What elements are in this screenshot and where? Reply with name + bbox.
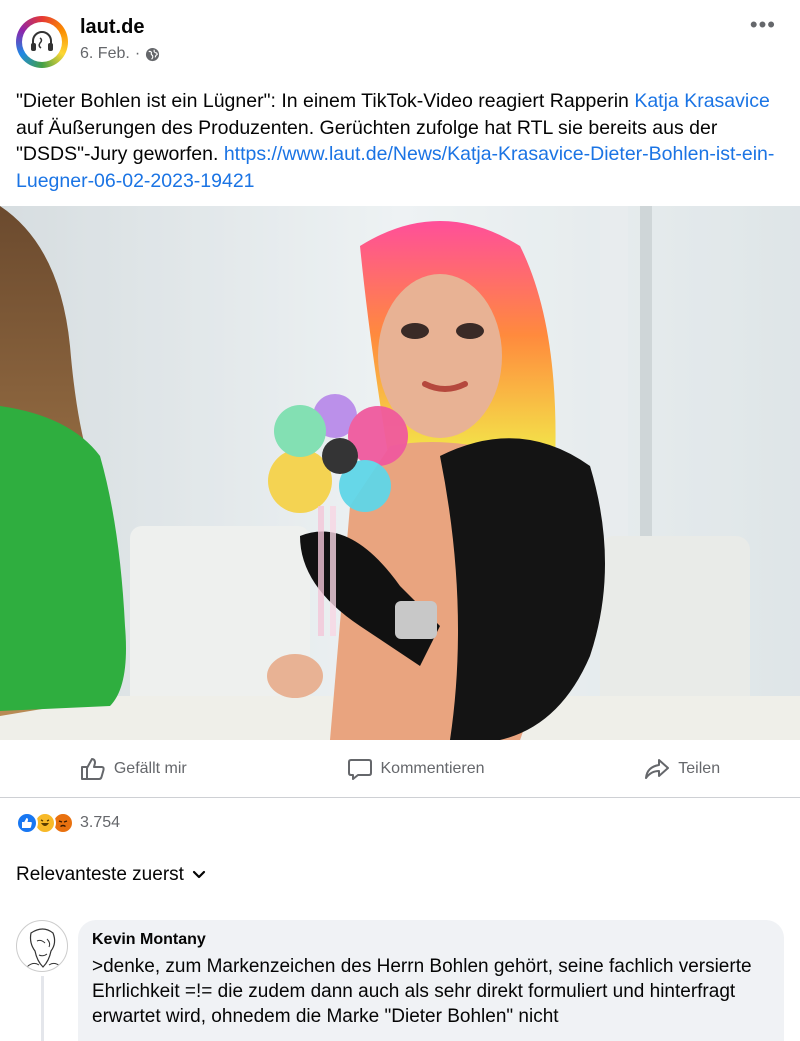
post-meta: 6. Feb. ·: [80, 45, 160, 63]
headphones-logo-icon: [31, 31, 53, 51]
commenter-avatar[interactable]: [16, 920, 68, 972]
comment-label: Kommentieren: [380, 759, 485, 777]
page-avatar[interactable]: [16, 16, 68, 68]
post-text: "Dieter Bohlen ist ein Lügner": In einem…: [16, 88, 788, 194]
globe-icon: [146, 47, 160, 61]
post-header: laut.de 6. Feb. · •••: [0, 0, 800, 86]
sketch-portrait-icon: [26, 928, 62, 968]
page-name[interactable]: laut.de: [80, 16, 144, 39]
post-photo[interactable]: [0, 206, 800, 740]
post-date[interactable]: 6. Feb.: [80, 45, 130, 63]
comment-button[interactable]: Kommentieren: [347, 757, 485, 781]
thumbs-up-icon: [80, 757, 105, 780]
share-arrow-icon: [645, 758, 670, 779]
like-reaction-icon: [16, 812, 38, 834]
more-options-icon[interactable]: •••: [750, 12, 776, 38]
photo-illustration: [0, 206, 800, 740]
post-action-bar: Gefällt mir Kommentieren Teilen: [0, 740, 800, 798]
comment-sort-dropdown[interactable]: Relevanteste zuerst: [16, 864, 206, 886]
mention-link[interactable]: Katja Krasavice: [634, 90, 769, 112]
thread-line: [41, 976, 44, 1041]
reaction-count: 3.754: [80, 814, 121, 831]
meta-separator: ·: [134, 45, 141, 62]
comment-bubble: Kevin Montany >denke, zum Markenzeichen …: [78, 920, 784, 1041]
reactions-summary[interactable]: 3.754: [16, 812, 120, 834]
comment-author[interactable]: Kevin Montany: [92, 931, 770, 949]
share-button[interactable]: Teilen: [644, 757, 720, 781]
like-label: Gefällt mir: [113, 759, 187, 777]
comment-bubble-icon: [347, 758, 372, 780]
post-text-before: "Dieter Bohlen ist ein Lügner": In einem…: [16, 90, 635, 112]
sort-label: Relevanteste zuerst: [16, 864, 184, 885]
like-button[interactable]: Gefällt mir: [80, 757, 187, 781]
chevron-down-icon: [192, 870, 206, 879]
comment-text: >denke, zum Markenzeichen des Herrn Bohl…: [92, 956, 752, 1027]
share-label: Teilen: [678, 759, 721, 777]
